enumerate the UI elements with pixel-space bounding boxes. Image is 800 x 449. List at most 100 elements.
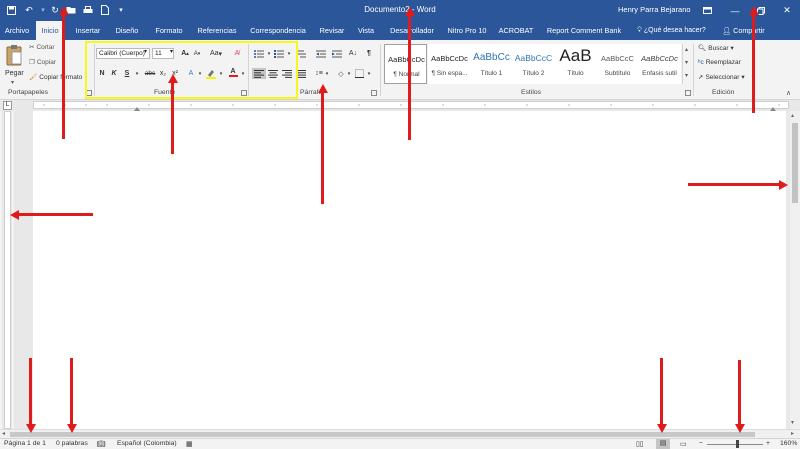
minimize-icon[interactable]: — bbox=[722, 0, 748, 21]
find-label: Buscar bbox=[708, 44, 729, 52]
scroll-left-icon[interactable]: ◂ bbox=[2, 430, 5, 437]
share-button[interactable]: 👤︎ Compartir bbox=[722, 21, 765, 40]
collapse-ribbon-icon[interactable]: ∧ bbox=[786, 89, 791, 97]
tab-inicio[interactable]: Inicio bbox=[36, 21, 64, 40]
scroll-up-icon[interactable]: ▴ bbox=[791, 112, 794, 119]
decrease-indent-icon[interactable] bbox=[314, 48, 328, 59]
replace-label: Reemplazar bbox=[705, 59, 741, 66]
annotation-arrowhead bbox=[404, 7, 415, 16]
tab-report-comment-bank[interactable]: Report Comment Bank bbox=[544, 21, 624, 40]
zoom-in-button[interactable]: + bbox=[766, 440, 770, 447]
annotation-arrowhead bbox=[748, 6, 759, 15]
annotation-arrowhead bbox=[66, 424, 77, 433]
editing-group-label: Edición bbox=[712, 89, 735, 96]
find-button[interactable]: 🔍︎ Buscar ▾ bbox=[698, 44, 734, 53]
proofing-icon[interactable]: 📖︎ bbox=[97, 440, 106, 448]
tab-insertar[interactable]: Insertar bbox=[72, 21, 104, 40]
tab-selector-icon[interactable]: L bbox=[3, 101, 12, 110]
annotation-arrow bbox=[171, 82, 174, 154]
copy-icon: ❐ bbox=[29, 59, 35, 66]
horizontal-scroll-thumb[interactable] bbox=[10, 432, 755, 437]
annotation-arrow bbox=[321, 92, 324, 204]
cut-button[interactable]: ✂ Cortar bbox=[29, 43, 55, 52]
ribbon-tabs: Archivo Inicio Insertar Diseño Formato R… bbox=[0, 21, 800, 40]
styles-scroll[interactable]: ▴ ▾ ▾ bbox=[682, 44, 690, 84]
web-layout-icon[interactable]: ▭ bbox=[680, 440, 686, 448]
style-name: Título 1 bbox=[480, 70, 503, 77]
ruler-ticks bbox=[43, 104, 780, 106]
tab-diseno[interactable]: Diseño bbox=[112, 21, 142, 40]
style-normal[interactable]: AaBbCcDc ¶ Normal bbox=[384, 44, 427, 84]
style-subtitle[interactable]: AaBbCcC Subtítulo bbox=[596, 44, 639, 84]
annotation-arrowhead bbox=[58, 6, 69, 15]
zoom-out-button[interactable]: − bbox=[699, 440, 703, 447]
style-title[interactable]: AaB Título bbox=[554, 44, 597, 84]
style-name: ¶ Normal bbox=[393, 71, 420, 78]
annotation-arrow bbox=[29, 358, 32, 426]
vertical-scroll-thumb[interactable] bbox=[792, 123, 798, 203]
style-heading-2[interactable]: AaBbCcC Título 2 bbox=[512, 44, 555, 84]
select-label: Seleccionar bbox=[705, 73, 740, 81]
replace-button[interactable]: ᵇc Reemplazar bbox=[698, 59, 741, 66]
title-bar: ↶ ▾ ↻ ▾ Documento2 - Word Henry Parra Be… bbox=[0, 0, 800, 21]
annotation-arrow bbox=[660, 358, 663, 426]
zoom-level[interactable]: 160% bbox=[780, 440, 797, 447]
horizontal-scrollbar[interactable]: ◂ ▸ bbox=[0, 429, 800, 438]
increase-indent-icon[interactable] bbox=[330, 48, 344, 59]
zoom-slider-thumb[interactable] bbox=[736, 440, 739, 448]
style-subtle-emphasis[interactable]: AaBbCcDc Énfasis sutil bbox=[638, 44, 681, 84]
style-heading-1[interactable]: AaBbCc Título 1 bbox=[470, 44, 513, 84]
document-area bbox=[14, 111, 790, 429]
scroll-down-icon[interactable]: ▾ bbox=[791, 419, 794, 426]
annotation-arrowhead bbox=[10, 209, 19, 220]
style-name: ¶ Sin espa... bbox=[431, 70, 468, 77]
highlight-box bbox=[85, 41, 298, 99]
copy-button[interactable]: ❐ Copiar bbox=[29, 58, 56, 67]
sort-icon[interactable]: A↓ bbox=[348, 48, 358, 59]
page-count[interactable]: Página 1 de 1 bbox=[4, 440, 46, 447]
group-separator bbox=[693, 44, 694, 96]
word-window: ↶ ▾ ↻ ▾ Documento2 - Word Henry Parra Be… bbox=[0, 0, 800, 449]
person-icon: 👤︎ bbox=[722, 26, 732, 35]
ribbon-display-options-icon[interactable] bbox=[694, 0, 720, 21]
select-button[interactable]: ➚ Seleccionar ▾ bbox=[698, 73, 745, 82]
document-page[interactable] bbox=[33, 111, 786, 429]
tab-revisar[interactable]: Revisar bbox=[316, 21, 348, 40]
language[interactable]: Español (Colombia) bbox=[117, 440, 177, 447]
vertical-ruler[interactable] bbox=[2, 111, 12, 429]
styles-dialog-launcher[interactable] bbox=[685, 90, 691, 96]
find-dropdown-icon: ▾ bbox=[730, 45, 734, 52]
cursor-icon: ➚ bbox=[698, 74, 704, 81]
line-spacing-dropdown-icon[interactable]: ▾ bbox=[322, 68, 332, 79]
style-sample: AaBbCcDc bbox=[388, 55, 425, 64]
print-layout-icon[interactable]: ▤ bbox=[656, 439, 670, 449]
user-name[interactable]: Henry Parra Bejarano bbox=[618, 5, 691, 14]
tab-archivo[interactable]: Archivo bbox=[2, 21, 32, 40]
paste-button[interactable]: Pegar ▾ bbox=[3, 44, 25, 88]
tab-acrobat[interactable]: ACROBAT bbox=[496, 21, 536, 40]
replace-icon: ᵇc bbox=[698, 59, 704, 66]
vertical-scrollbar[interactable]: ▴ ▾ bbox=[790, 111, 800, 429]
scroll-right-icon[interactable]: ▸ bbox=[791, 430, 794, 437]
tab-correspondencia[interactable]: Correspondencia bbox=[246, 21, 310, 40]
tab-nitro-pro[interactable]: Nitro Pro 10 bbox=[444, 21, 490, 40]
zoom-slider-track[interactable] bbox=[707, 444, 763, 445]
read-mode-icon[interactable]: ▯▯ bbox=[636, 440, 643, 448]
borders-dropdown-icon[interactable]: ▾ bbox=[364, 68, 374, 79]
tab-vista[interactable]: Vista bbox=[354, 21, 378, 40]
tab-desarrollador[interactable]: Desarrollador bbox=[386, 21, 438, 40]
copy-label: Copiar bbox=[36, 58, 56, 66]
tell-me-box[interactable]: 💡︎ ¿Qué desea hacer? bbox=[637, 21, 706, 40]
macro-record-icon[interactable]: ▦ bbox=[186, 440, 192, 448]
style-no-spacing[interactable]: AaBbCcDc ¶ Sin espa... bbox=[428, 44, 471, 84]
tab-referencias[interactable]: Referencias bbox=[194, 21, 240, 40]
word-count[interactable]: 0 palabras bbox=[56, 440, 88, 447]
format-painter-button[interactable]: 🖌︎ Copiar formato bbox=[29, 73, 82, 82]
close-icon[interactable]: ✕ bbox=[774, 0, 800, 21]
tab-formato[interactable]: Formato bbox=[152, 21, 186, 40]
cut-label: Cortar bbox=[36, 43, 55, 51]
show-formatting-marks-button[interactable]: ¶ bbox=[364, 48, 374, 59]
annotation-arrowhead bbox=[25, 424, 36, 433]
paragraph-dialog-launcher[interactable] bbox=[371, 90, 377, 96]
horizontal-ruler[interactable] bbox=[33, 101, 789, 111]
